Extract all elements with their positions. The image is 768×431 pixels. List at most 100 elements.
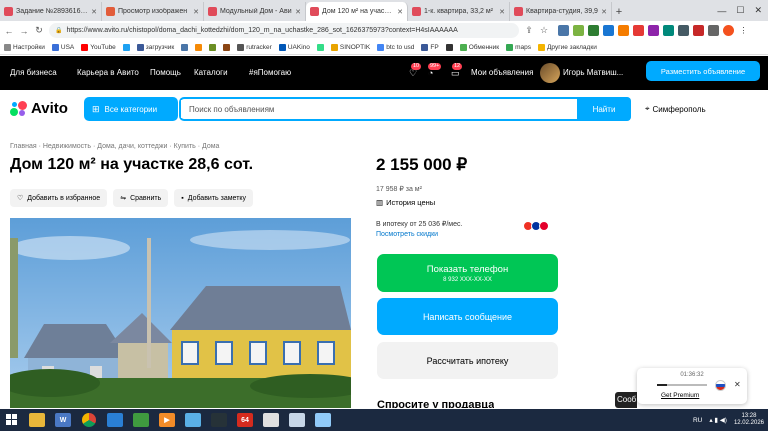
- write-message-button[interactable]: Написать сообщение: [377, 298, 558, 335]
- calculate-mortgage-button[interactable]: Рассчитать ипотеку: [377, 342, 558, 379]
- share-icon[interactable]: ⇪: [524, 25, 534, 36]
- extension-icon[interactable]: [573, 25, 584, 36]
- price-history-link[interactable]: ▥ История цены: [376, 198, 435, 207]
- app-icon[interactable]: [258, 409, 284, 431]
- bookmark-star-icon[interactable]: ☆: [539, 25, 549, 36]
- app-icon[interactable]: [206, 409, 232, 431]
- back-arrow-icon[interactable]: ←: [4, 26, 14, 36]
- extension-icon[interactable]: [618, 25, 629, 36]
- extension-icon[interactable]: [678, 25, 689, 36]
- browser-tab[interactable]: 1-к. квартира, 33,2 м² ✕: [408, 2, 510, 21]
- add-to-favorites-button[interactable]: ♡ Добавить в избранное: [10, 189, 108, 207]
- bookmark-item[interactable]: загрузчик: [136, 43, 174, 51]
- bookmark-item[interactable]: [223, 43, 231, 51]
- bookmark-item[interactable]: SINOPTIK: [330, 43, 370, 51]
- search-input[interactable]: [181, 100, 577, 118]
- bookmark-item[interactable]: [445, 43, 453, 51]
- address-bar[interactable]: 🔒 https://www.avito.ru/chistopol/doma_da…: [49, 23, 519, 38]
- app-icon[interactable]: [102, 409, 128, 431]
- russia-flag-icon[interactable]: [715, 380, 726, 391]
- bookmark-item[interactable]: btc to usd: [377, 43, 414, 51]
- maximize-icon[interactable]: ☐: [736, 5, 744, 16]
- browser-tab[interactable]: Дом 120 м² на участке ✕: [306, 2, 408, 21]
- browser-tab[interactable]: Модульный Дом - Ави ✕: [204, 2, 306, 21]
- listing-photo[interactable]: [10, 218, 351, 408]
- extension-icon[interactable]: [558, 25, 569, 36]
- menu-dots-icon[interactable]: ⋮: [738, 25, 749, 36]
- bookmark-item[interactable]: [122, 43, 130, 51]
- chrome-icon[interactable]: [76, 409, 102, 431]
- bookmark-item[interactable]: [209, 43, 217, 51]
- bookmark-item[interactable]: FP: [421, 43, 439, 51]
- extension-icon[interactable]: [693, 25, 704, 36]
- bookmark-item[interactable]: [316, 43, 324, 51]
- app-icon[interactable]: [284, 409, 310, 431]
- get-premium-link[interactable]: Get Premium: [661, 392, 699, 399]
- city-selector[interactable]: ⌖ Симферополь: [645, 104, 706, 114]
- new-tab-icon[interactable]: +: [612, 2, 626, 21]
- bookmark-item[interactable]: UAKino: [278, 43, 310, 51]
- app-64-icon[interactable]: 64: [232, 409, 258, 431]
- close-tab-icon[interactable]: ✕: [499, 8, 505, 16]
- app-icon[interactable]: [180, 409, 206, 431]
- help-link[interactable]: Помощь: [150, 68, 181, 77]
- app-icon[interactable]: [310, 409, 336, 431]
- all-categories-button[interactable]: ⊞ Все категории: [84, 97, 178, 121]
- bookmark-item[interactable]: [181, 43, 189, 51]
- side-chat-tab[interactable]: Сооб: [615, 392, 637, 408]
- close-window-icon[interactable]: ✕: [754, 5, 762, 16]
- find-button[interactable]: Найти: [577, 97, 631, 121]
- place-ad-button[interactable]: Разместить объявление: [646, 61, 760, 81]
- bookmark-item[interactable]: Другие закладки: [538, 43, 597, 51]
- ya-pomogayu-link[interactable]: #яПомогаю: [249, 68, 291, 77]
- clock[interactable]: 13:28 12.02.2026: [734, 413, 764, 427]
- close-tab-icon[interactable]: ✕: [193, 8, 199, 16]
- bookmark-item[interactable]: USA: [51, 43, 74, 51]
- business-link[interactable]: Для бизнеса: [10, 68, 57, 77]
- bookmark-item[interactable]: maps: [506, 43, 531, 51]
- app-icon[interactable]: [128, 409, 154, 431]
- extension-icon[interactable]: [633, 25, 644, 36]
- add-note-button[interactable]: ▪ Добавить заметку: [174, 189, 254, 207]
- bookmark-item[interactable]: Обменник: [459, 43, 499, 51]
- widget-progress[interactable]: [657, 384, 707, 386]
- my-ads-link[interactable]: Мои объявления: [471, 68, 533, 77]
- close-tab-icon[interactable]: ✕: [295, 8, 301, 16]
- forward-arrow-icon[interactable]: →: [19, 26, 29, 36]
- user-name[interactable]: Игорь Матвиш...: [563, 68, 623, 77]
- bookmark-label: Настройки: [13, 43, 45, 51]
- extension-icon[interactable]: [663, 25, 674, 36]
- browser-tab[interactable]: Просмотр изображен ✕: [102, 2, 204, 21]
- discounts-link[interactable]: Посмотреть скидки: [376, 231, 438, 238]
- extension-icon[interactable]: [648, 25, 659, 36]
- bookmark-item[interactable]: [195, 43, 203, 51]
- bookmark-item[interactable]: rutracker: [237, 43, 272, 51]
- bookmark-item[interactable]: YouTube: [81, 43, 116, 51]
- extension-icon[interactable]: [588, 25, 599, 36]
- avatar[interactable]: [540, 63, 560, 83]
- tray-icons[interactable]: ▴ ▮ ◀): [709, 416, 727, 424]
- close-tab-icon[interactable]: ✕: [91, 8, 97, 16]
- compare-button[interactable]: ⇋ Сравнить: [113, 189, 169, 207]
- career-link[interactable]: Карьера в Авито: [77, 68, 139, 77]
- profile-avatar-icon[interactable]: [723, 25, 734, 36]
- puzzle-icon[interactable]: [708, 25, 719, 36]
- windows-start-icon[interactable]: [0, 409, 24, 431]
- breadcrumb[interactable]: Главная · Недвижимость · Дома, дачи, кот…: [10, 143, 219, 150]
- avito-logo[interactable]: Avito: [10, 100, 68, 117]
- bookmark-item[interactable]: Настройки: [4, 43, 45, 51]
- catalogs-link[interactable]: Каталоги: [194, 68, 228, 77]
- reload-icon[interactable]: ↻: [34, 25, 44, 36]
- winrar-icon[interactable]: W: [50, 409, 76, 431]
- close-icon[interactable]: ✕: [734, 380, 741, 389]
- close-tab-icon[interactable]: ✕: [397, 8, 403, 16]
- media-player-icon[interactable]: ▶: [154, 409, 180, 431]
- browser-tab[interactable]: Квартира-студия, 39,9 ✕: [510, 2, 612, 21]
- minimize-icon[interactable]: —: [717, 6, 726, 16]
- language-indicator[interactable]: RU: [693, 417, 702, 424]
- show-phone-button[interactable]: Показать телефон 8 932 XXX-XX-XX: [377, 254, 558, 292]
- browser-tab[interactable]: Задание №2893616 - с ✕: [0, 2, 102, 21]
- close-tab-icon[interactable]: ✕: [601, 8, 607, 16]
- file-explorer-icon[interactable]: [24, 409, 50, 431]
- extension-icon[interactable]: [603, 25, 614, 36]
